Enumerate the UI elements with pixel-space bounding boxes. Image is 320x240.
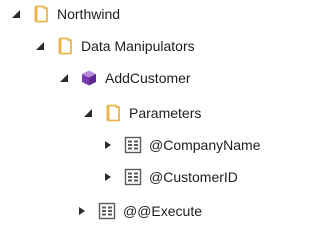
tree-node-data-manipulators[interactable]: Data Manipulators [34, 34, 195, 58]
folder-icon [56, 37, 74, 55]
collapsed-arrow-icon[interactable] [76, 205, 88, 217]
parameter-icon [98, 202, 116, 220]
expanded-arrow-icon[interactable] [82, 107, 94, 119]
tree-node-customerid[interactable]: @CustomerID [102, 165, 238, 189]
tree-node-parameters[interactable]: Parameters [82, 101, 201, 125]
tree-node-label: @@Execute [123, 203, 203, 219]
tree-node-label: Northwind [57, 6, 121, 22]
tree-node-label: AddCustomer [105, 70, 191, 86]
tree-node-label: @CustomerID [149, 169, 238, 185]
expanded-arrow-icon[interactable] [34, 40, 46, 52]
folder-icon [104, 104, 122, 122]
tree-node-label: Parameters [129, 105, 202, 121]
parameter-icon [124, 136, 142, 154]
parameter-icon [124, 168, 142, 186]
cube-icon [80, 69, 98, 87]
tree-node-addcustomer[interactable]: AddCustomer [58, 66, 191, 90]
tree-view: Northwind Data Manipulators AddCustomer [0, 0, 288, 220]
tree-node-label: @CompanyName [149, 137, 261, 153]
tree-node-execute[interactable]: @@Execute [76, 199, 202, 223]
expanded-arrow-icon[interactable] [58, 72, 70, 84]
collapsed-arrow-icon[interactable] [102, 171, 114, 183]
collapsed-arrow-icon[interactable] [102, 139, 114, 151]
tree-node-companyname[interactable]: @CompanyName [102, 133, 260, 157]
expanded-arrow-icon[interactable] [10, 8, 22, 20]
tree-node-northwind[interactable]: Northwind [10, 2, 120, 26]
tree-node-label: Data Manipulators [81, 38, 195, 54]
folder-icon [32, 5, 50, 23]
